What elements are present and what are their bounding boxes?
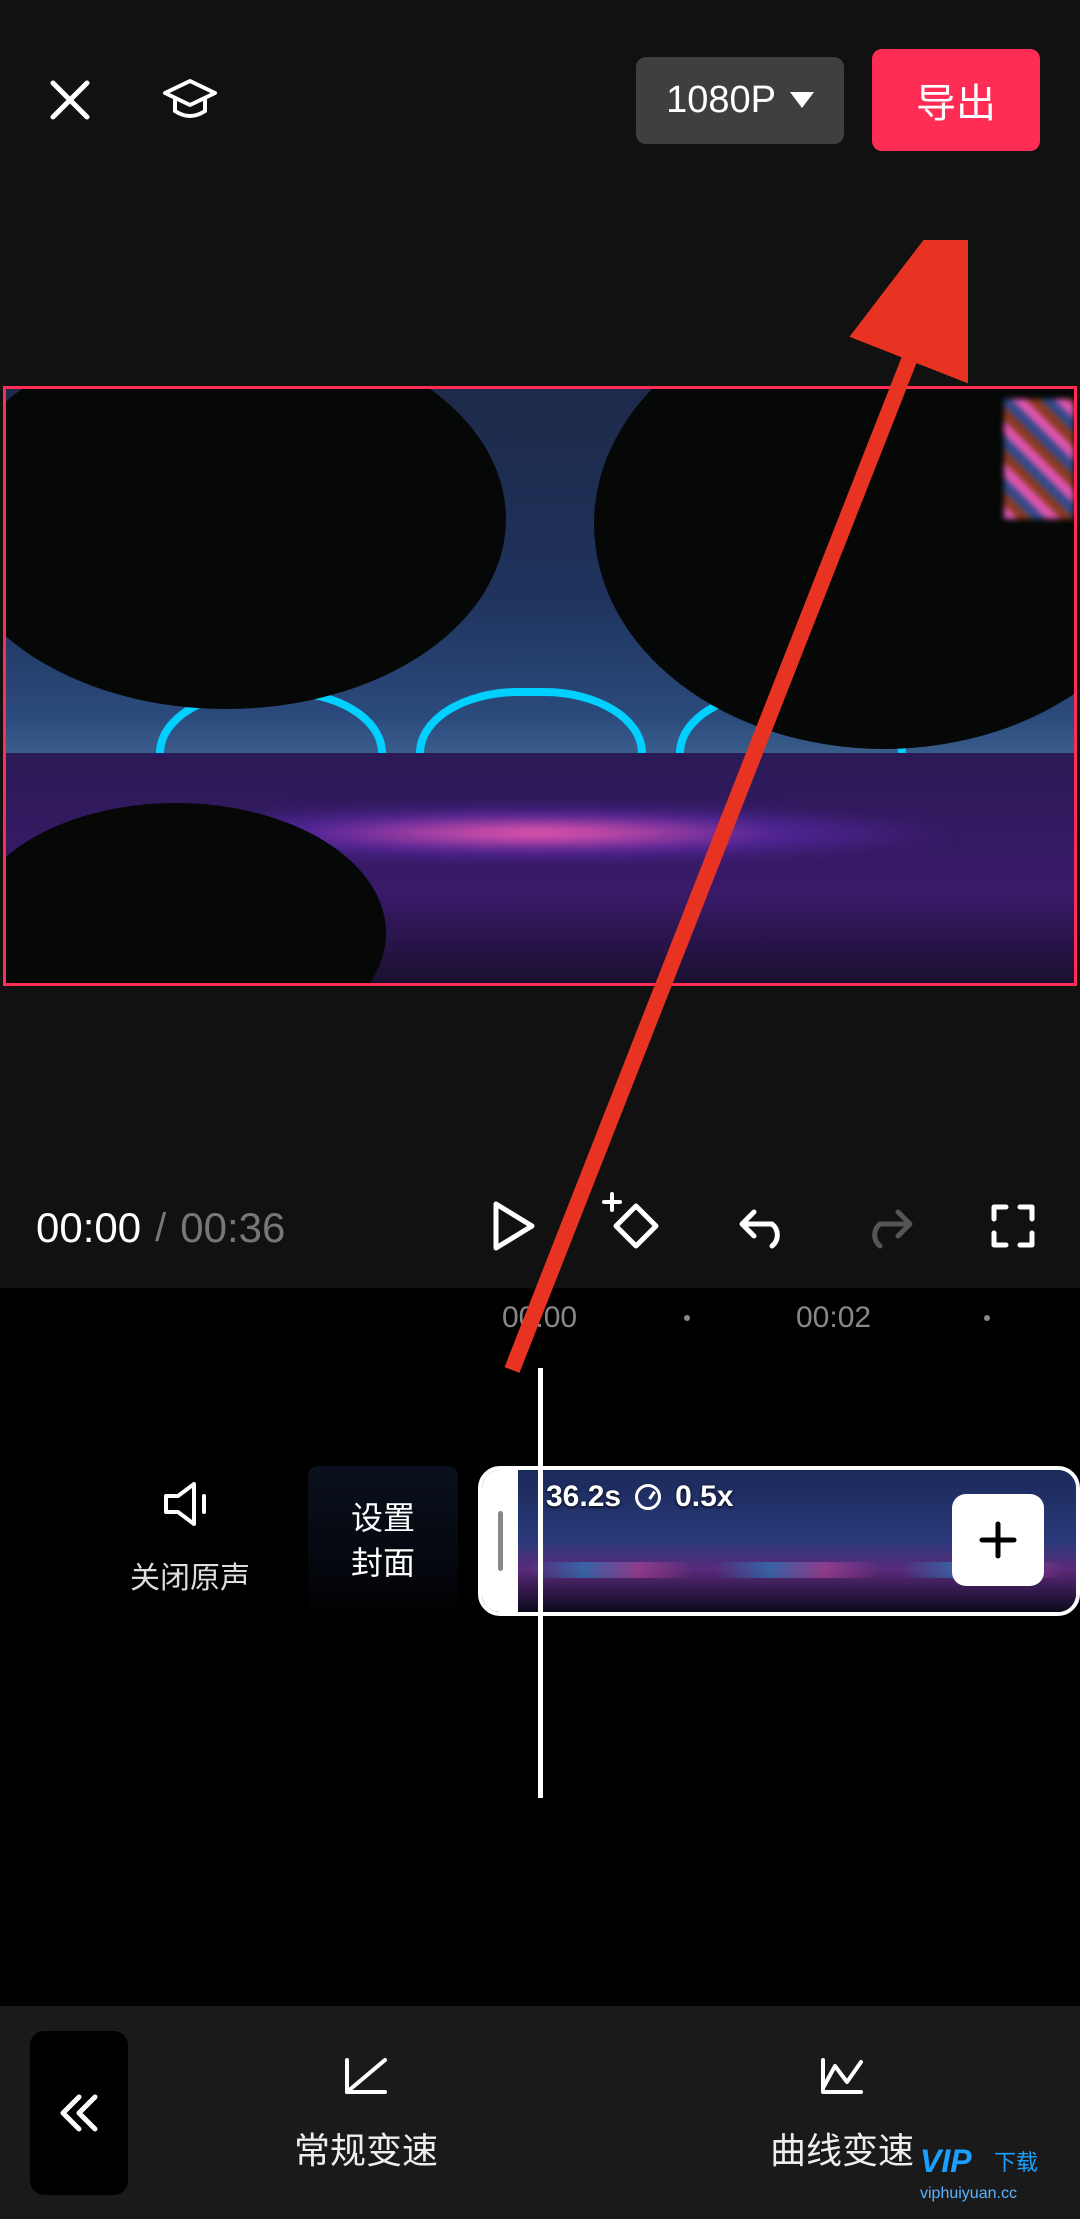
resolution-dropdown[interactable]: 1080P: [636, 57, 844, 144]
chevron-left-double-icon: [57, 2089, 101, 2137]
back-button[interactable]: [30, 2031, 128, 2195]
graduation-cap-icon: [161, 71, 219, 129]
speaker-icon: [162, 1478, 218, 1530]
ruler-dot: [984, 1315, 990, 1321]
curve-speed-icon: [815, 2052, 869, 2100]
playhead[interactable]: [538, 1368, 543, 1798]
curve-speed-label: 曲线变速: [770, 2122, 914, 2174]
ruler-tick-0: 00:00: [502, 1301, 577, 1335]
plus-icon: [602, 1192, 622, 1212]
play-icon: [490, 1200, 536, 1252]
close-button[interactable]: [40, 70, 100, 130]
set-cover-button[interactable]: 设置封面: [308, 1466, 458, 1616]
time-separator: /: [155, 1206, 166, 1251]
mute-label: 关闭原声: [130, 1553, 250, 1597]
preview-image: [6, 389, 1074, 983]
svg-text:VIP: VIP: [920, 2143, 972, 2179]
add-clip-button[interactable]: [952, 1494, 1044, 1586]
normal-speed-label: 常规变速: [294, 2122, 438, 2174]
redo-icon: [862, 1202, 916, 1250]
watermark-line1: 下载: [994, 2150, 1038, 2175]
clip-trim-handle-left[interactable]: [482, 1470, 518, 1612]
total-duration: 00:36: [180, 1204, 285, 1252]
resolution-label: 1080P: [666, 79, 776, 122]
close-icon: [45, 75, 95, 125]
speed-icon: [635, 1484, 661, 1510]
ruler-tick-2: 00:02: [796, 1301, 871, 1335]
keyframe-button[interactable]: [608, 1198, 664, 1259]
cover-label: 设置封面: [351, 1496, 415, 1586]
fullscreen-icon: [988, 1201, 1038, 1251]
timeline-area[interactable]: 00:00 00:02 关闭原声 设置封面 36.2s 0.5x: [0, 1288, 1080, 2006]
clip-duration: 36.2s: [546, 1480, 621, 1514]
normal-speed-icon: [339, 2052, 393, 2100]
plus-icon: [976, 1518, 1020, 1562]
chevron-down-icon: [790, 92, 814, 108]
undo-button[interactable]: [736, 1202, 790, 1255]
mute-audio-button[interactable]: [130, 1478, 250, 1535]
clip-meta: 36.2s 0.5x: [546, 1480, 733, 1514]
export-button[interactable]: 导出: [872, 49, 1040, 151]
current-time: 00:00: [36, 1204, 141, 1252]
undo-icon: [736, 1202, 790, 1250]
export-label: 导出: [916, 82, 996, 126]
normal-speed-button[interactable]: 常规变速: [128, 2052, 604, 2174]
redo-button[interactable]: [862, 1202, 916, 1255]
fullscreen-button[interactable]: [988, 1201, 1038, 1256]
video-preview[interactable]: [3, 386, 1077, 986]
clip-speed: 0.5x: [675, 1480, 733, 1514]
watermark-line2: viphuiyuan.cc: [920, 2185, 1017, 2202]
play-button[interactable]: [490, 1200, 536, 1257]
ruler-dot: [684, 1315, 690, 1321]
time-ruler: 00:00 00:02: [0, 1288, 1080, 1348]
watermark: VIP 下载 viphuiyuan.cc: [914, 2142, 1074, 2213]
tutorial-button[interactable]: [160, 70, 220, 130]
